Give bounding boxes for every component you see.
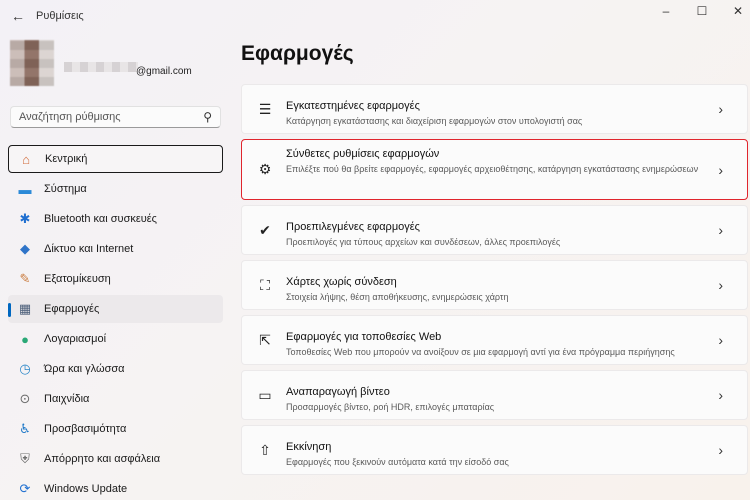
settings-cards: ☰ Εγκατεστημένες εφαρμογές Κατάργηση εγκ… xyxy=(241,84,748,480)
back-arrow-icon[interactable]: ← xyxy=(8,6,28,26)
sidebar-item-label: Απόρρητο και ασφάλεια xyxy=(44,453,161,465)
chevron-right-icon: › xyxy=(718,277,723,293)
web-link-icon: ⇱ xyxy=(259,331,271,348)
email-redacted xyxy=(64,62,138,72)
card-apps-for-websites[interactable]: ⇱ Εφαρμογές για τοποθεσίες Web Τοποθεσίε… xyxy=(241,315,748,365)
update-icon: ⟳ xyxy=(19,481,31,496)
card-offline-maps[interactable]: ⛶ Χάρτες χωρίς σύνδεση Στοιχεία λήψης, θ… xyxy=(241,260,748,310)
search-input[interactable]: Αναζήτηση ρύθμισης ⚲ xyxy=(10,106,221,128)
sidebar-item-label: Δίκτυο και Internet xyxy=(44,243,134,255)
sidebar-nav: ⌂ Κεντρική ▬ Σύστημα ✱ Bluetooth και συσ… xyxy=(8,145,223,500)
page-title: Εφαρμογές xyxy=(241,42,354,65)
account-icon: ● xyxy=(21,331,29,347)
card-description: Στοιχεία λήψης, θέση αποθήκευσης, ενημερ… xyxy=(286,292,509,302)
chevron-right-icon: › xyxy=(718,387,723,403)
account-email: @gmail.com xyxy=(136,66,192,77)
card-description: Τοποθεσίες Web που μπορούν να ανοίξουν σ… xyxy=(286,347,675,357)
card-advanced-app-settings[interactable]: ⚙ Σύνθετες ρυθμίσεις εφαρμογών Επιλέξτε … xyxy=(241,139,748,200)
sidebar-item-label: Λογαριασμοί xyxy=(44,333,107,345)
sidebar-item-accounts[interactable]: ● Λογαριασμοί xyxy=(8,325,223,353)
card-title: Χάρτες χωρίς σύνδεση xyxy=(286,276,397,288)
sidebar-item-windows-update[interactable]: ⟳ Windows Update xyxy=(8,475,223,500)
search-placeholder: Αναζήτηση ρύθμισης xyxy=(19,111,121,123)
sidebar-item-label: Παιχνίδια xyxy=(44,393,90,405)
sidebar-item-label: Προσβασιμότητα xyxy=(44,423,127,435)
wifi-icon: ◆ xyxy=(20,241,30,256)
sidebar-item-gaming[interactable]: ⊙ Παιχνίδια xyxy=(8,385,223,413)
app-settings-icon: ⚙ xyxy=(258,161,272,177)
sidebar-item-network[interactable]: ◆ Δίκτυο και Internet xyxy=(8,235,223,263)
sidebar-item-label: Ώρα και γλώσσα xyxy=(44,363,125,375)
title-bar: ← Ρυθμίσεις – ☐ ✕ xyxy=(0,0,750,32)
card-title: Εγκατεστημένες εφαρμογές xyxy=(286,100,420,112)
search-icon[interactable]: ⚲ xyxy=(203,110,212,124)
card-description: Εφαρμογές που ξεκινούν αυτόματα κατά την… xyxy=(286,457,509,467)
card-default-apps[interactable]: ✔ Προεπιλεγμένες εφαρμογές Προεπιλογές γ… xyxy=(241,205,748,255)
chevron-right-icon: › xyxy=(718,442,723,458)
card-title: Εκκίνηση xyxy=(286,441,332,453)
gamepad-icon: ⊙ xyxy=(19,391,31,406)
default-apps-icon: ✔ xyxy=(259,221,271,238)
video-icon: ▭ xyxy=(258,386,272,403)
chevron-right-icon: › xyxy=(718,222,723,238)
sidebar-item-label: Windows Update xyxy=(44,483,128,495)
bluetooth-icon: ✱ xyxy=(19,211,31,226)
card-title: Αναπαραγωγή βίντεο xyxy=(286,386,390,398)
minimize-button[interactable]: – xyxy=(654,4,678,18)
monitor-icon: ▬ xyxy=(18,181,32,197)
avatar[interactable] xyxy=(10,40,54,86)
card-video-playback[interactable]: ▭ Αναπαραγωγή βίντεο Προσαρμογές βίντεο,… xyxy=(241,370,748,420)
map-icon: ⛶ xyxy=(260,276,270,293)
sidebar-item-system[interactable]: ▬ Σύστημα xyxy=(8,175,223,203)
card-installed-apps[interactable]: ☰ Εγκατεστημένες εφαρμογές Κατάργηση εγκ… xyxy=(241,84,748,134)
sidebar-item-label: Bluetooth και συσκευές xyxy=(44,213,157,225)
card-description: Επιλέξτε πού θα βρείτε εφαρμογές, εφαρμο… xyxy=(286,164,699,174)
card-description: Προσαρμογές βίντεο, ροή HDR, επιλογές μπ… xyxy=(286,402,495,412)
sidebar-item-label: Κεντρική xyxy=(45,153,88,165)
sidebar-item-apps[interactable]: ▦ Εφαρμογές xyxy=(8,295,223,323)
sidebar-item-label: Εφαρμογές xyxy=(44,303,100,315)
accessibility-icon: ♿ xyxy=(19,421,31,436)
close-button[interactable]: ✕ xyxy=(726,4,750,18)
card-description: Προεπιλογές για τύπους αρχείων και συνδέ… xyxy=(286,237,561,247)
list-icon: ☰ xyxy=(258,100,272,117)
shield-icon: ⛨ xyxy=(20,451,30,466)
sidebar-item-label: Εξατομίκευση xyxy=(44,273,111,285)
sidebar-item-bluetooth[interactable]: ✱ Bluetooth και συσκευές xyxy=(8,205,223,233)
home-icon: ⌂ xyxy=(22,151,30,167)
sidebar-item-time-language[interactable]: ◷ Ώρα και γλώσσα xyxy=(8,355,223,383)
card-title: Σύνθετες ρυθμίσεις εφαρμογών xyxy=(286,148,440,160)
card-title: Προεπιλεγμένες εφαρμογές xyxy=(286,221,420,233)
chevron-right-icon: › xyxy=(718,161,723,178)
sidebar-item-personalization[interactable]: ✎ Εξατομίκευση xyxy=(8,265,223,293)
card-startup[interactable]: ⇧ Εκκίνηση Εφαρμογές που ξεκινούν αυτόμα… xyxy=(241,425,748,475)
maximize-button[interactable]: ☐ xyxy=(690,4,714,18)
brush-icon: ✎ xyxy=(19,271,31,286)
sidebar-item-privacy[interactable]: ⛨ Απόρρητο και ασφάλεια xyxy=(8,445,223,473)
sidebar-item-label: Σύστημα xyxy=(44,183,87,195)
startup-icon: ⇧ xyxy=(259,441,271,458)
clock-globe-icon: ◷ xyxy=(19,361,31,376)
sidebar-item-accessibility[interactable]: ♿ Προσβασιμότητα xyxy=(8,415,223,443)
window-title: Ρυθμίσεις xyxy=(36,10,84,22)
card-description: Κατάργηση εγκατάστασης και διαχείριση εφ… xyxy=(286,116,583,126)
chevron-right-icon: › xyxy=(718,101,723,117)
apps-icon: ▦ xyxy=(18,301,32,316)
chevron-right-icon: › xyxy=(718,332,723,348)
sidebar-item-home[interactable]: ⌂ Κεντρική xyxy=(8,145,223,173)
card-title: Εφαρμογές για τοποθεσίες Web xyxy=(286,331,442,343)
